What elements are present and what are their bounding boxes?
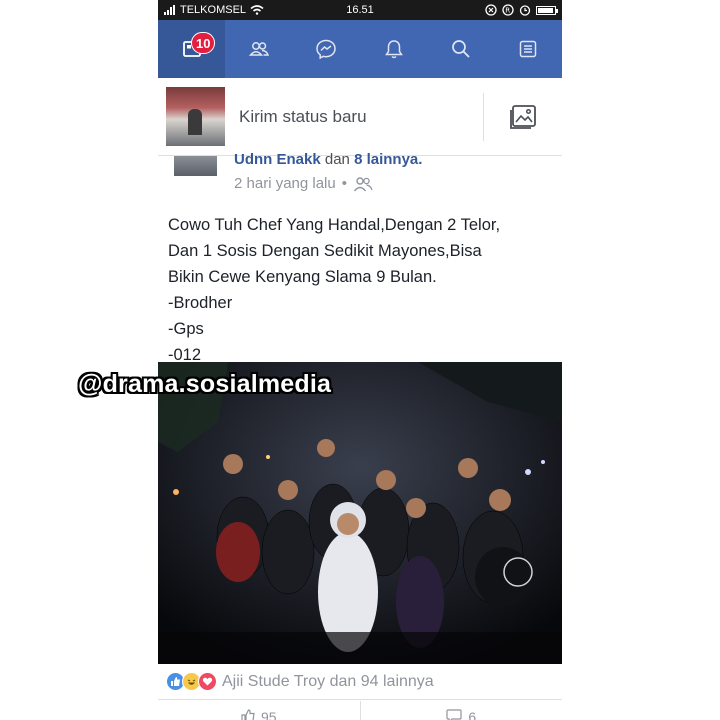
phone-screen: TELKOMSEL 16.51 R 10 Kirim status baru U… xyxy=(158,0,562,720)
status-composer: Kirim status baru xyxy=(158,78,562,156)
carrier-label: TELKOMSEL xyxy=(180,4,247,16)
comment-count: 6 xyxy=(468,709,477,720)
post-meta: 2 hari yang lalu • xyxy=(234,175,373,192)
messenger-icon xyxy=(316,39,337,60)
add-photo-button[interactable] xyxy=(484,103,562,131)
svg-text:R: R xyxy=(505,7,510,15)
nfc-icon: R xyxy=(502,4,514,16)
post-header: Udnn Enakk dan 8 lainnya. 2 hari yang la… xyxy=(158,151,562,206)
nav-messenger[interactable] xyxy=(293,20,360,78)
like-count: 95 xyxy=(260,709,277,720)
profile-avatar[interactable] xyxy=(166,87,225,146)
like-button[interactable]: 95 xyxy=(158,701,360,720)
notification-badge: 10 xyxy=(191,32,216,54)
nav-friends[interactable] xyxy=(225,20,292,78)
nav-notifications[interactable] xyxy=(360,20,427,78)
nav-search[interactable] xyxy=(427,20,494,78)
battery-icon xyxy=(536,5,558,15)
post-others-link[interactable]: 8 lainnya. xyxy=(354,151,422,168)
post-body: Cowo Tuh Chef Yang Handal,Dengan 2 Telor… xyxy=(158,206,562,368)
post-text-line: Cowo Tuh Chef Yang Handal,Dengan 2 Telor… xyxy=(168,216,501,234)
like-icon xyxy=(241,709,255,720)
post-text-line: -Brodher xyxy=(168,294,233,312)
alarm-icon xyxy=(519,5,531,16)
group-photo-illustration xyxy=(158,362,562,664)
watermark-text: @drama.sosialmedia xyxy=(78,370,332,398)
reactions-bar[interactable]: Ajii Stude Troy dan 94 lainnya xyxy=(158,664,562,700)
signal-icon xyxy=(164,5,175,15)
status-bar: TELKOMSEL 16.51 R xyxy=(158,0,562,20)
post-actions: 95 6 xyxy=(158,701,562,720)
post-author-link[interactable]: Udnn Enakk xyxy=(234,151,321,168)
photo-icon xyxy=(510,104,536,129)
post-author-avatar[interactable] xyxy=(174,156,217,176)
top-navigation-bar: 10 xyxy=(158,20,562,78)
menu-icon xyxy=(520,40,537,58)
nav-news-feed[interactable]: 10 xyxy=(158,20,226,78)
reactions-summary: Ajii Stude Troy dan 94 lainnya xyxy=(222,672,434,690)
love-reaction-icon xyxy=(198,672,217,691)
search-icon xyxy=(452,40,470,58)
post-text-line: Bikin Cewe Kenyang Slama 9 Bulan. xyxy=(168,268,437,286)
meta-separator: • xyxy=(341,175,347,192)
post-author-connector: dan xyxy=(320,151,355,168)
wifi-icon xyxy=(250,5,264,15)
post-text-line: -Gps xyxy=(168,320,204,338)
nav-menu[interactable] xyxy=(495,20,562,78)
post-timestamp[interactable]: 2 hari yang lalu xyxy=(234,175,336,192)
status-input[interactable]: Kirim status baru xyxy=(225,107,483,127)
friends-audience-icon xyxy=(353,176,373,191)
post-photo[interactable] xyxy=(158,362,562,664)
comment-icon xyxy=(446,709,462,720)
comment-button[interactable]: 6 xyxy=(361,701,563,720)
friends-icon xyxy=(248,42,270,56)
notifications-icon xyxy=(384,40,403,59)
post-text-line: Dan 1 Sosis Dengan Sedikit Mayones,Bisa xyxy=(168,242,482,260)
data-sync-icon xyxy=(485,4,497,16)
post-authors: Udnn Enakk dan 8 lainnya. xyxy=(234,151,422,168)
